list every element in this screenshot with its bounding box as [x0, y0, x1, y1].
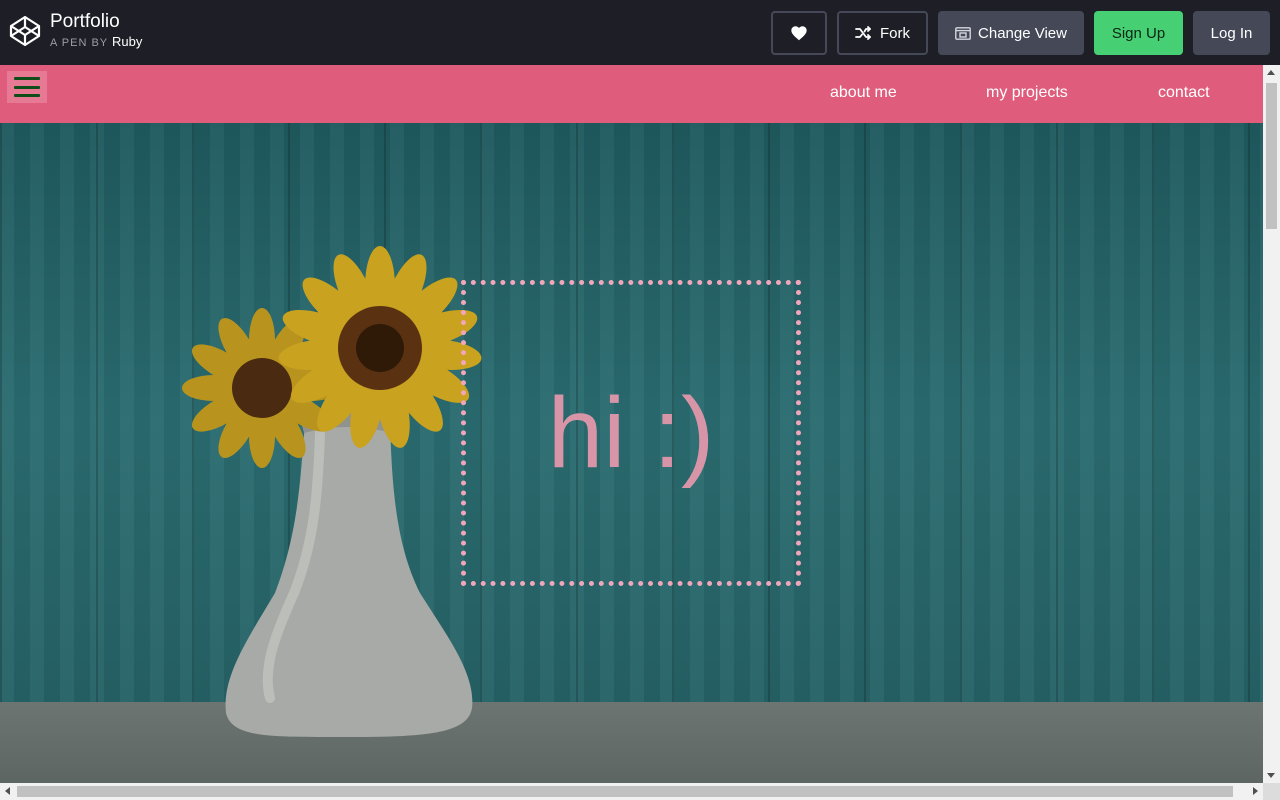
- pen-preview-frame: about me my projects contact hi:): [0, 65, 1280, 800]
- scroll-left-arrow-icon[interactable]: [5, 787, 10, 795]
- scroll-down-arrow-icon[interactable]: [1267, 773, 1275, 778]
- hero-section: hi :): [0, 123, 1263, 783]
- nav-link-my-projects[interactable]: my projects: [986, 84, 1068, 102]
- pen-by-label: A PEN BY: [50, 37, 108, 49]
- nav-link-contact[interactable]: contact: [1158, 84, 1210, 102]
- hamburger-line: [14, 85, 40, 89]
- vertical-scroll-thumb[interactable]: [1266, 83, 1277, 229]
- vertical-scrollbar[interactable]: [1263, 65, 1280, 783]
- fork-button[interactable]: Fork: [837, 11, 928, 55]
- log-in-button[interactable]: Log In: [1193, 11, 1270, 55]
- scrollbar-corner: [1263, 783, 1280, 800]
- horizontal-scrollbar[interactable]: [0, 783, 1263, 800]
- author-link[interactable]: Ruby: [112, 34, 142, 49]
- pen-title-block: Portfolio A PEN BY Ruby: [50, 11, 142, 49]
- codepen-logo-icon[interactable]: [9, 15, 41, 47]
- heart-icon: [791, 26, 807, 41]
- horizontal-scroll-thumb[interactable]: [17, 786, 1233, 797]
- hamburger-line: [14, 77, 40, 80]
- fork-icon: [855, 26, 871, 40]
- scroll-up-arrow-icon[interactable]: [1267, 70, 1275, 75]
- change-view-label: Change View: [978, 24, 1067, 42]
- codepen-header: Portfolio A PEN BY Ruby Fork Change View…: [0, 0, 1280, 65]
- greeting-text: hi :): [547, 376, 715, 489]
- heart-button[interactable]: [771, 11, 827, 55]
- hamburger-line: [14, 94, 40, 97]
- greeting-box: hi :): [461, 280, 801, 586]
- sign-up-button[interactable]: Sign Up: [1094, 11, 1183, 55]
- change-view-icon: [955, 26, 971, 40]
- hamburger-menu-icon[interactable]: [7, 71, 47, 103]
- fork-label: Fork: [880, 24, 910, 42]
- site-navbar: about me my projects contact: [0, 65, 1263, 123]
- change-view-button[interactable]: Change View: [938, 11, 1084, 55]
- pen-title[interactable]: Portfolio: [50, 11, 142, 33]
- pen-author-line: A PEN BY Ruby: [50, 34, 142, 49]
- nav-link-about-me[interactable]: about me: [830, 84, 897, 102]
- scroll-right-arrow-icon[interactable]: [1253, 787, 1258, 795]
